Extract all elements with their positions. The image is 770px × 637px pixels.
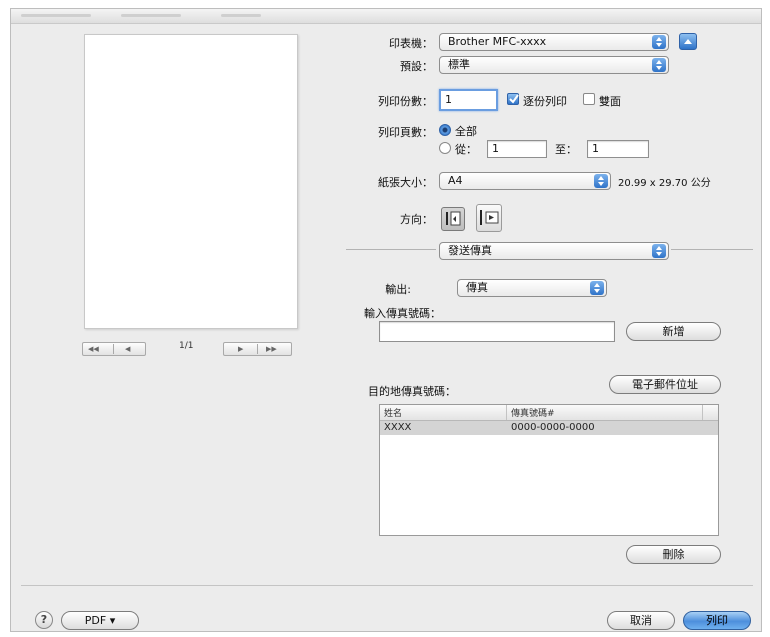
- delete-button[interactable]: 刪除: [626, 545, 721, 564]
- pages-from-label: 從：: [455, 143, 477, 156]
- copies-label: 列印份數：: [378, 95, 433, 108]
- print-button[interactable]: 列印: [683, 611, 751, 630]
- bottom-divider: [21, 585, 753, 586]
- popup-arrows-icon: [652, 58, 666, 72]
- section-divider-left: [346, 249, 436, 250]
- landscape-icon: [480, 210, 499, 225]
- help-button[interactable]: ?: [35, 611, 53, 629]
- first-prev-page-buttons[interactable]: ◀◀ ◀: [82, 342, 146, 356]
- print-dialog: ◀◀ ◀ 1/1 ▶ ▶▶ 印表機： Brother MFC-xxxx 預設： …: [10, 8, 762, 632]
- paper-dimensions: 20.99 x 29.70 公分: [618, 178, 711, 189]
- popup-arrows-icon: [652, 35, 666, 49]
- last-page-icon[interactable]: ▶▶: [266, 343, 277, 355]
- presets-value: 標準: [448, 58, 470, 71]
- paper-size-popup[interactable]: A4: [439, 172, 611, 190]
- orientation-landscape-button[interactable]: [476, 204, 502, 232]
- pages-all-radio[interactable]: [439, 124, 451, 136]
- copies-input[interactable]: 1: [439, 89, 498, 111]
- paper-size-label: 紙張大小：: [378, 176, 433, 189]
- pages-to-label: 至：: [555, 143, 577, 156]
- pages-from-input[interactable]: 1: [487, 140, 547, 158]
- destination-label: 目的地傳真號碼：: [368, 385, 456, 398]
- add-fax-button[interactable]: 新增: [626, 322, 721, 341]
- title-bar: [11, 9, 761, 24]
- pdf-menu-button[interactable]: PDF ▾: [61, 611, 139, 630]
- collated-checkbox[interactable]: [507, 93, 519, 105]
- checkmark-icon: [509, 94, 519, 104]
- output-value: 傳真: [466, 281, 488, 294]
- popup-arrows-icon: [594, 174, 608, 188]
- row-name: XXXX: [384, 422, 412, 433]
- pager-forward-group: ▶ ▶▶: [223, 342, 293, 356]
- enter-fax-label: 輸入傳真號碼：: [364, 307, 441, 320]
- section-popup[interactable]: 發送傳真: [439, 242, 669, 260]
- paper-size-value: A4: [448, 174, 463, 187]
- disclosure-button[interactable]: [679, 33, 697, 50]
- previous-page-icon[interactable]: ◀: [125, 343, 130, 355]
- orientation-portrait-button[interactable]: [441, 207, 465, 231]
- popup-arrows-icon: [590, 281, 604, 295]
- printer-value: Brother MFC-xxxx: [448, 35, 547, 48]
- section-divider-right: [671, 249, 753, 250]
- collated-label: 逐份列印: [523, 95, 567, 108]
- pages-label: 列印頁數：: [378, 126, 433, 139]
- pages-to-input[interactable]: 1: [587, 140, 649, 158]
- presets-label: 預設：: [400, 60, 433, 73]
- row-fax-number: 0000-0000-0000: [511, 422, 595, 433]
- page-count: 1/1: [179, 341, 194, 351]
- output-popup[interactable]: 傳真: [457, 279, 607, 297]
- printer-label: 印表機：: [389, 37, 433, 50]
- portrait-icon: [446, 211, 461, 226]
- page-preview: [84, 34, 298, 329]
- output-label: 輸出:: [385, 283, 411, 296]
- next-last-page-buttons[interactable]: ▶ ▶▶: [223, 342, 292, 356]
- fax-number-input[interactable]: [379, 321, 615, 342]
- popup-arrows-icon: [652, 244, 666, 258]
- destination-table: 姓名 傳真號碼# XXXX 0000-0000-0000: [379, 404, 719, 536]
- table-row[interactable]: XXXX 0000-0000-0000: [380, 421, 718, 435]
- two-sided-checkbox[interactable]: [583, 93, 595, 105]
- column-header-name[interactable]: 姓名: [384, 406, 402, 419]
- column-header-fax[interactable]: 傳真號碼#: [511, 406, 555, 419]
- next-page-icon[interactable]: ▶: [238, 343, 243, 355]
- two-sided-label: 雙面: [599, 95, 621, 108]
- presets-popup[interactable]: 標準: [439, 56, 669, 74]
- printer-popup[interactable]: Brother MFC-xxxx: [439, 33, 669, 51]
- table-header: 姓名 傳真號碼#: [380, 405, 718, 421]
- pages-all-label: 全部: [455, 125, 477, 138]
- pager-back-group: ◀◀ ◀: [82, 342, 152, 356]
- section-value: 發送傳真: [448, 244, 492, 257]
- email-address-button[interactable]: 電子郵件位址: [609, 375, 721, 394]
- orientation-label: 方向：: [400, 213, 433, 226]
- cancel-button[interactable]: 取消: [607, 611, 675, 630]
- pages-from-radio[interactable]: [439, 142, 451, 154]
- first-page-icon[interactable]: ◀◀: [88, 343, 99, 355]
- disclosure-up-icon: [684, 39, 692, 44]
